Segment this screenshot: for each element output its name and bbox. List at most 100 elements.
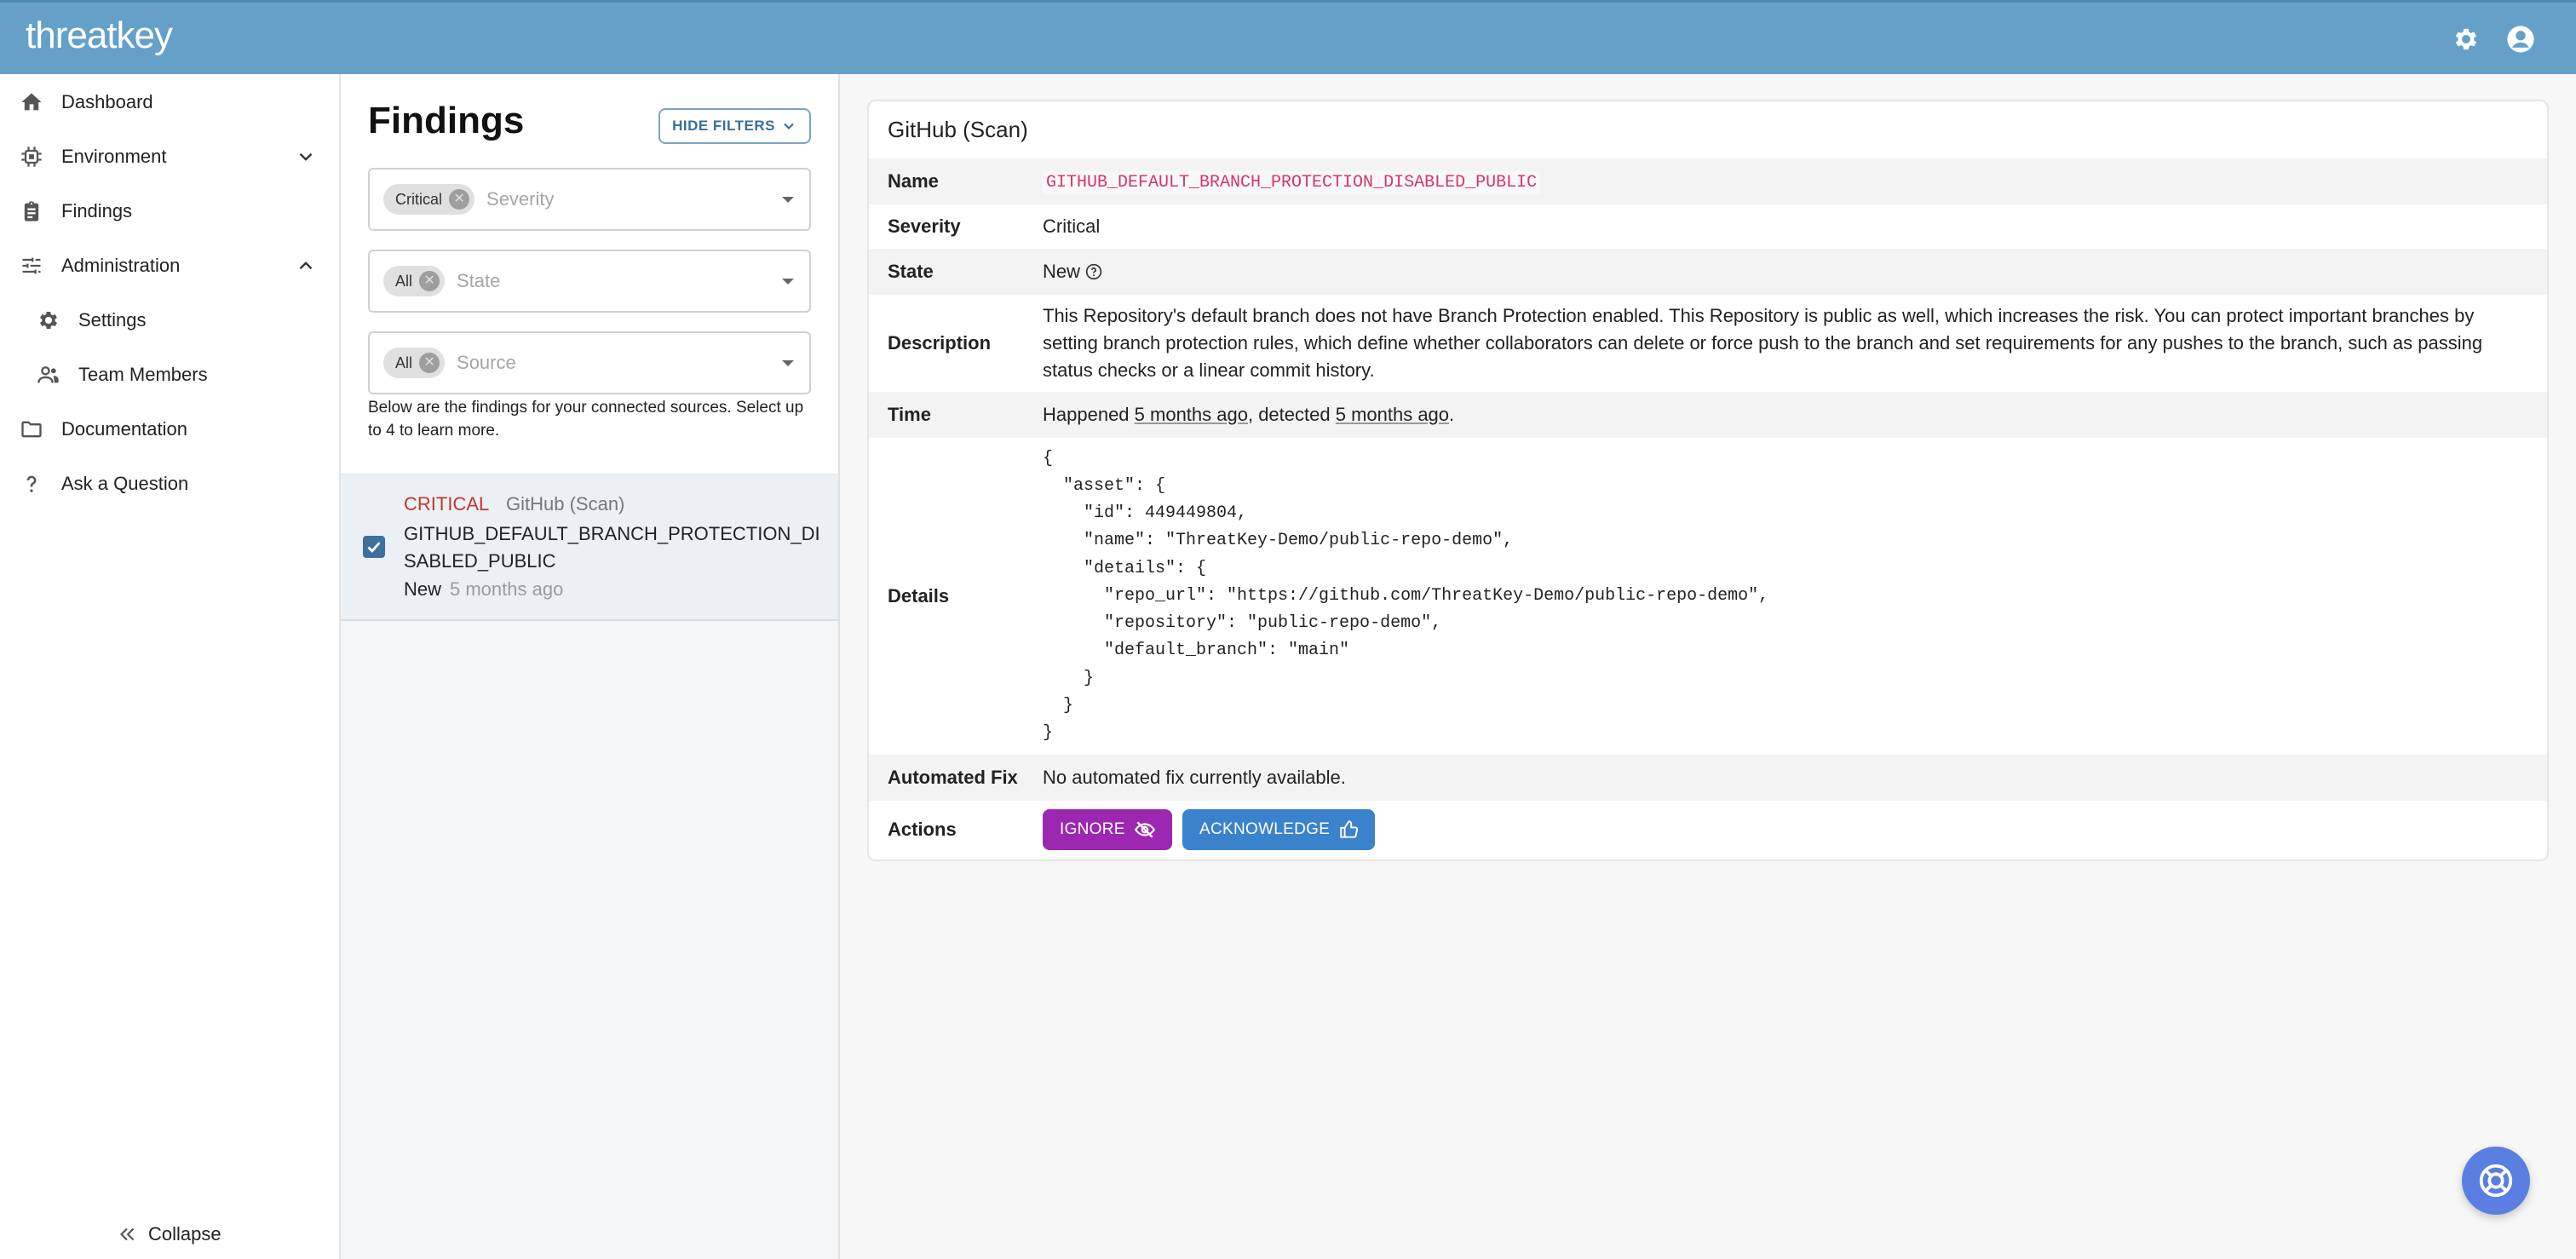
account-icon[interactable] <box>2506 25 2535 54</box>
help-fab-button[interactable] <box>2462 1147 2530 1215</box>
finding-state: New <box>404 578 442 600</box>
clipboard-icon <box>19 198 44 224</box>
gear-icon[interactable] <box>2452 25 2481 54</box>
detail-row-severity: Severity Critical <box>869 204 2547 249</box>
detected-time: 5 months ago <box>1335 404 1450 425</box>
dropdown-arrow-icon[interactable] <box>782 360 794 366</box>
finding-severity: CRITICAL <box>404 493 490 515</box>
sidebar-item-settings[interactable]: Settings <box>0 296 341 344</box>
source-filter[interactable]: All ✕ Source <box>368 331 811 394</box>
hide-filters-button[interactable]: HIDE FILTERS <box>658 108 811 144</box>
help-circle-icon[interactable] <box>1085 263 1102 280</box>
chip-label: All <box>395 354 413 371</box>
folder-icon <box>19 417 44 442</box>
home-icon <box>19 89 44 115</box>
chevron-down-icon <box>784 123 794 130</box>
sidebar-item-label: Dashboard <box>61 91 153 112</box>
sidebar-item-ask-a-question[interactable]: Ask a Question <box>0 460 341 508</box>
gear-icon <box>36 308 61 333</box>
detail-value: Critical <box>1043 216 1101 237</box>
detail-label: Description <box>888 332 992 354</box>
sidebar-item-label: Environment <box>61 146 167 167</box>
detail-row-automated-fix: Automated Fix No automated fix currently… <box>869 755 2547 801</box>
page-title: Findings <box>368 100 525 141</box>
acknowledge-label: ACKNOWLEDGE <box>1199 820 1331 838</box>
top-bar: threatkey <box>0 0 2576 74</box>
acknowledge-button[interactable]: ACKNOWLEDGE <box>1182 809 1375 850</box>
detail-row-description: Description This Repository's default br… <box>869 295 2547 392</box>
question-icon <box>19 471 44 497</box>
sidebar-item-administration[interactable]: Administration <box>0 242 341 290</box>
sidebar-item-documentation[interactable]: Documentation <box>0 405 341 453</box>
remove-chip-icon[interactable]: ✕ <box>419 353 440 373</box>
people-icon <box>36 362 61 388</box>
chip-icon <box>19 144 44 170</box>
state-filter[interactable]: All ✕ State <box>368 250 811 313</box>
double-chevron-left-icon <box>119 1227 135 1241</box>
list-item[interactable]: CRITICAL GitHub (Scan) GITHUB_DEFAULT_BR… <box>341 474 838 621</box>
filter-placeholder: Severity <box>486 188 555 210</box>
sidebar-item-label: Findings <box>61 200 133 221</box>
detail-row-name: Name GITHUB_DEFAULT_BRANCH_PROTECTION_DI… <box>869 158 2547 204</box>
time-prefix: Happened <box>1043 404 1135 425</box>
sidebar-item-environment[interactable]: Environment <box>0 133 341 181</box>
detail-value: No automated fix currently available. <box>1043 767 1346 788</box>
sidebar-item-label: Ask a Question <box>61 473 189 494</box>
detail-row-actions: Actions IGNORE ACKNOWLEDGE <box>869 801 2547 859</box>
detail-label: State <box>888 261 934 282</box>
collapse-button[interactable]: Collapse <box>116 1223 221 1245</box>
filter-placeholder: Source <box>457 352 516 373</box>
sidebar-item-label: Documentation <box>61 418 187 440</box>
filter-chip: All ✕ <box>383 266 446 296</box>
detail-label: Severity <box>888 216 961 237</box>
detail-value: GITHUB_DEFAULT_BRANCH_PROTECTION_DISABLE… <box>1043 167 1541 197</box>
remove-chip-icon[interactable]: ✕ <box>449 189 470 210</box>
ignore-label: IGNORE <box>1060 820 1125 838</box>
chip-label: Critical <box>395 190 443 208</box>
detail-row-time: Time Happened 5 months ago, detected 5 m… <box>869 392 2547 438</box>
lifebuoy-icon <box>2479 1164 2513 1198</box>
detail-row-state: State New <box>869 249 2547 295</box>
findings-panel: Findings HIDE FILTERS Critical ✕ Severit… <box>341 74 840 1259</box>
sidebar: Dashboard Environment Findings Administr… <box>0 74 341 1259</box>
dropdown-arrow-icon[interactable] <box>782 279 794 285</box>
finding-name: GITHUB_DEFAULT_BRANCH_PROTECTION_DISABLE… <box>404 523 820 572</box>
detail-label: Details <box>888 585 950 607</box>
sidebar-item-team-members[interactable]: Team Members <box>0 351 341 399</box>
detail-value: Happened 5 months ago, detected 5 months… <box>1043 401 1454 428</box>
details-title: GitHub (Scan) <box>888 117 1028 142</box>
finding-details-card: GitHub (Scan) Name GITHUB_DEFAULT_BRANCH… <box>867 100 2549 861</box>
detail-label: Time <box>888 404 931 425</box>
details-json: { "asset": { "id": 449449804, "name": "T… <box>1043 448 1769 743</box>
finding-checkbox[interactable] <box>363 536 385 558</box>
detail-row-details: Details { "asset": { "id": 449449804, "n… <box>869 438 2547 755</box>
detail-label: Actions <box>888 819 957 840</box>
checkmark-icon <box>367 542 381 553</box>
finding-time: 5 months ago <box>450 578 564 600</box>
sidebar-item-dashboard[interactable]: Dashboard <box>0 78 341 126</box>
detail-label: Automated Fix <box>888 767 1018 788</box>
eye-off-icon <box>1134 821 1155 838</box>
chip-label: All <box>395 272 413 290</box>
ignore-button[interactable]: IGNORE <box>1043 809 1172 850</box>
chevron-up-icon[interactable] <box>295 255 317 277</box>
time-mid: , detected <box>1247 404 1336 425</box>
state-value: New <box>1043 261 1081 282</box>
finding-source: GitHub (Scan) <box>506 493 625 515</box>
sidebar-item-label: Team Members <box>78 364 208 385</box>
filter-placeholder: State <box>457 270 501 291</box>
app-logo[interactable]: threatkey <box>26 14 173 57</box>
sidebar-item-findings[interactable]: Findings <box>0 187 341 235</box>
dropdown-arrow-icon[interactable] <box>782 197 794 203</box>
sidebar-item-label: Administration <box>61 255 181 276</box>
sidebar-item-label: Settings <box>78 309 147 331</box>
detail-label: Name <box>888 170 939 192</box>
severity-filter[interactable]: Critical ✕ Severity <box>368 168 811 231</box>
findings-header: Findings HIDE FILTERS Critical ✕ Severit… <box>341 74 838 474</box>
remove-chip-icon[interactable]: ✕ <box>419 271 440 291</box>
detail-value: New <box>1043 258 1102 285</box>
findings-note: Below are the findings for your connecte… <box>368 399 804 440</box>
filter-chip: Critical ✕ <box>383 184 475 215</box>
finding-code-name: GITHUB_DEFAULT_BRANCH_PROTECTION_DISABLE… <box>1043 170 1541 194</box>
chevron-down-icon[interactable] <box>295 146 317 168</box>
